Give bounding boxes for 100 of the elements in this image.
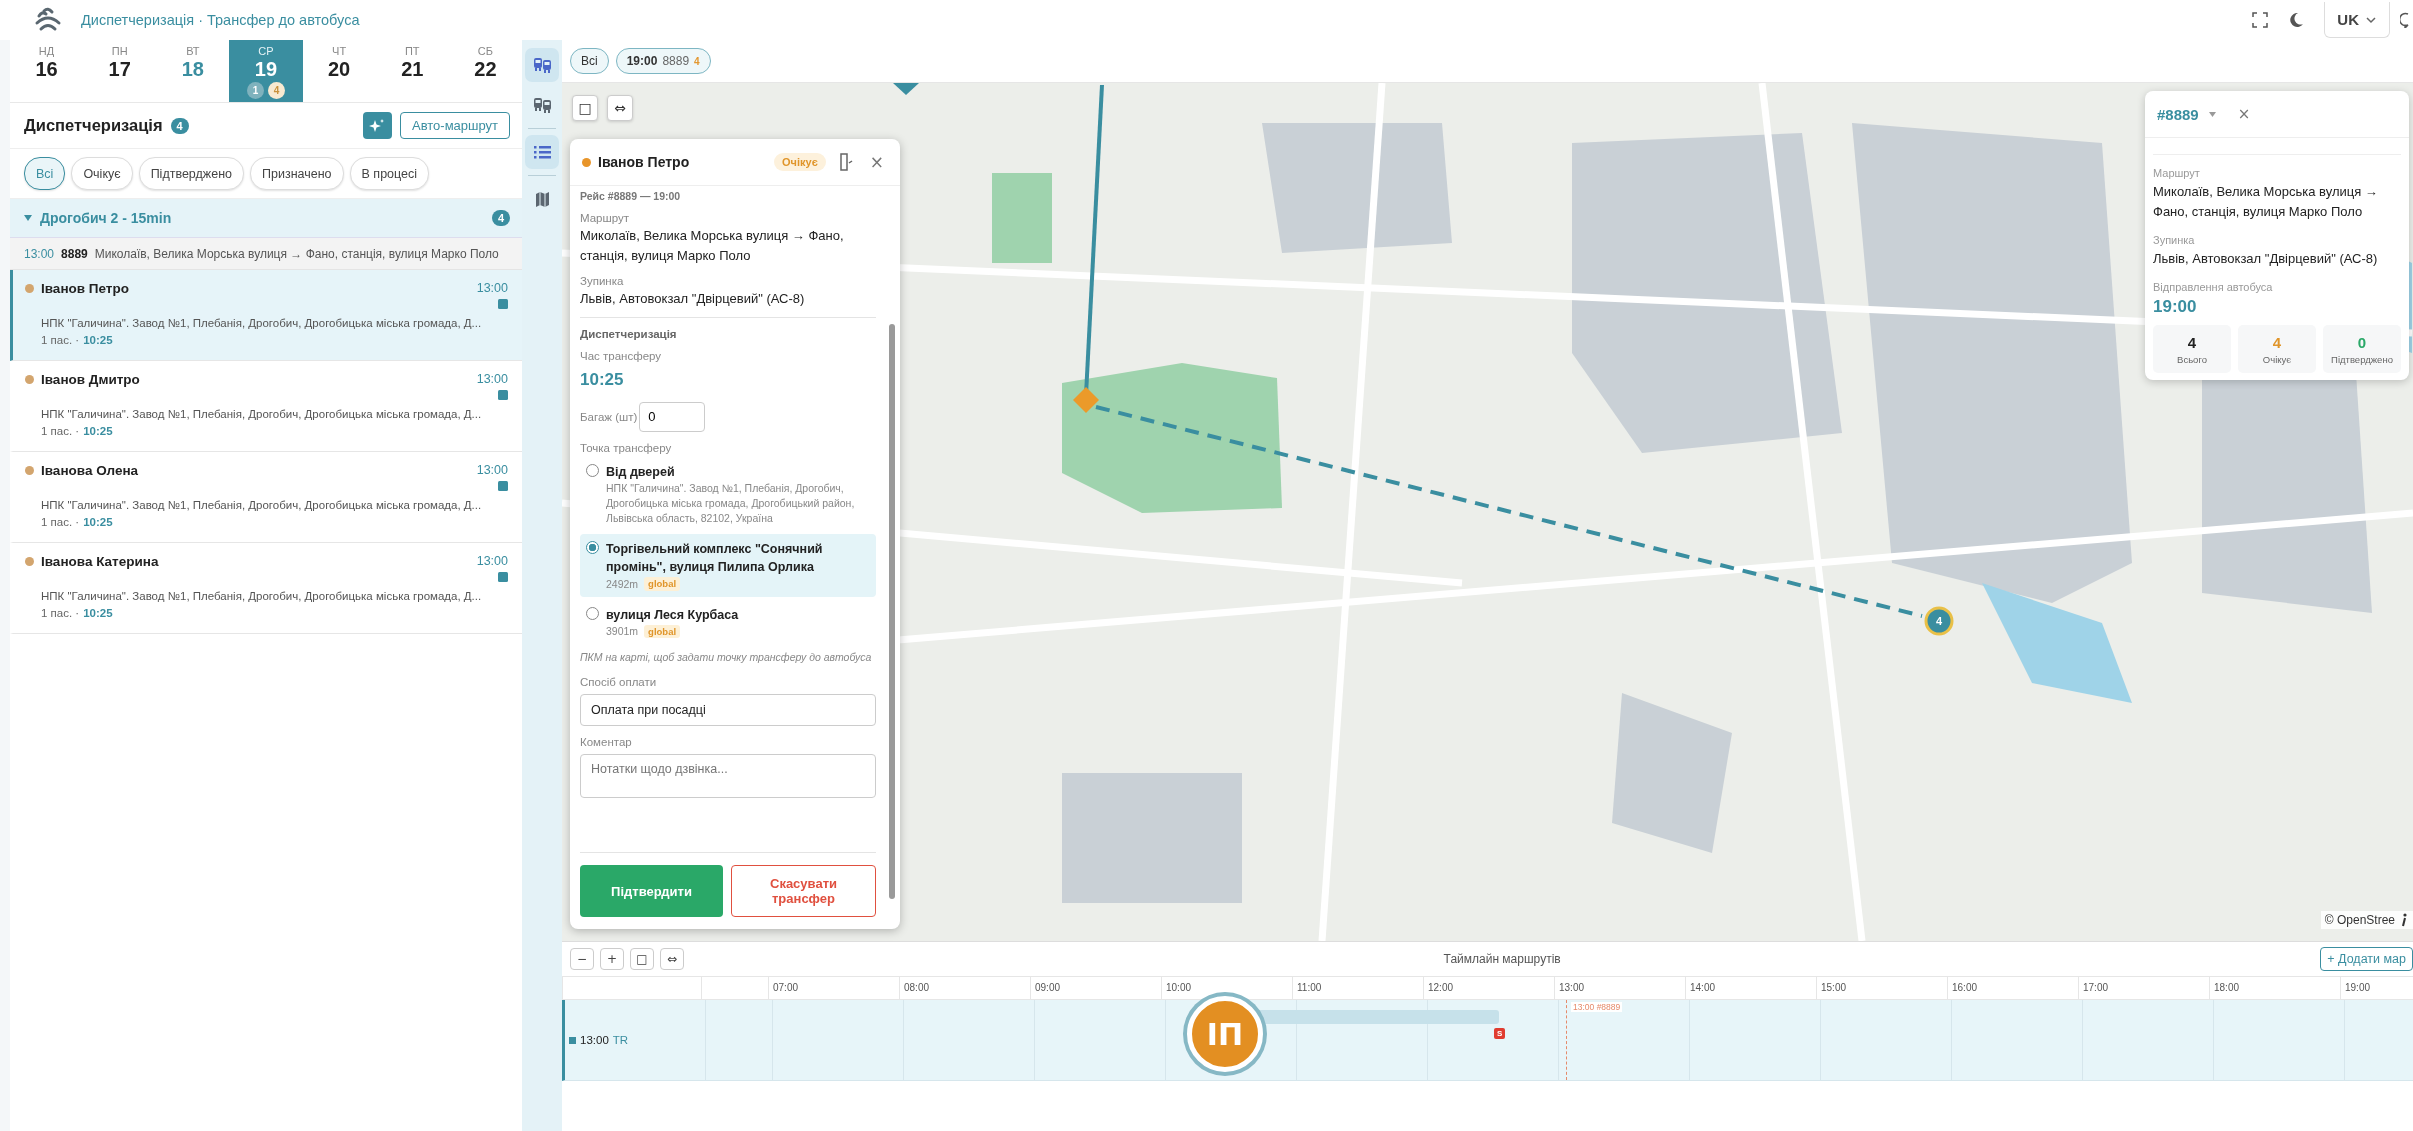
lane-code: TR [612, 1034, 629, 1046]
hour-label: 10:00 [1166, 982, 1192, 993]
group-header[interactable]: Дрогобич 2 - 15min 4 [10, 199, 522, 238]
passenger-name: Іванов Петро [41, 281, 130, 296]
passenger-count: 1 пас. · [41, 334, 80, 346]
option-title: вулиця Леся Курбаса [606, 606, 740, 624]
stat-value: 0 [2357, 333, 2367, 351]
radio-option[interactable]: Від дверей НПК "Галичина". Завод №1, Плебанія, Дрогобич, Дрогобицька міська громада, Дрогобицький район, Львівська область, 82102, Україна [580, 456, 876, 532]
language-dropdown[interactable]: UK [2324, 2, 2390, 38]
status-square-icon [498, 390, 508, 400]
pickup-marker-icon[interactable] [1073, 387, 1099, 413]
filter-chip[interactable]: В процесі [349, 157, 430, 190]
fullscreen-icon[interactable] [2252, 12, 2269, 28]
tag-badge: global [644, 624, 681, 639]
map-pin-icon[interactable] [893, 83, 919, 95]
radio-option[interactable]: вулиця Леся Курбаса 3901m global [580, 599, 876, 645]
page-title: Диспетчеризація · Трансфер до автобуса [81, 12, 360, 28]
map-control-button[interactable]: □ [572, 95, 598, 121]
hour-label: 19:00 [2345, 982, 2371, 993]
timeline-control-button[interactable]: ⇔ [660, 948, 684, 970]
field-label: Час трансферу [580, 349, 663, 362]
option-detail: НПК "Галичина". Завод №1, Плебанія, Дрогобич, Дрогобицька міська громада, Дрогобицький район, Львівська область, 82102, Україна [606, 480, 856, 527]
status-dot-icon [25, 284, 34, 293]
stop-marker: S [1494, 1028, 1506, 1039]
hour-label: 12:00 [1428, 982, 1454, 993]
count-badge: 4 [491, 210, 510, 226]
bus-icon [532, 55, 552, 75]
field-label: Маршрут [2153, 167, 2201, 179]
trip-chip[interactable]: 19:00 8889 4 [615, 48, 711, 74]
passenger-address: НПК "Галичина". Завод №1, Плебанія, Дрогобич, Дрогобицька міська громада, Д... [41, 499, 483, 511]
timeline-control-button[interactable]: □ [630, 948, 654, 970]
hour-label: 16:00 [1952, 982, 1978, 993]
sidebar-button[interactable] [525, 135, 559, 169]
trip-time: 13:00 [24, 246, 55, 261]
trip-number: #8889 [2157, 105, 2199, 123]
field-label: Маршрут [580, 212, 630, 224]
hour-label: 17:00 [2083, 982, 2109, 993]
timeline-title: Таймлайн маршрутів [1442, 952, 1562, 966]
passenger-count: 1 пас. · [41, 425, 80, 437]
map-attribution: © OpenStree [2324, 913, 2395, 927]
trip-info: Рейс #8889 — 19:00 [580, 190, 682, 202]
passenger-name: Іванова Олена [41, 463, 140, 478]
option-title: Торгівельний комплекс "Сонячний промінь", вулиця Пилипа Орлика [606, 541, 824, 577]
filter-chip[interactable]: Всі [24, 157, 66, 190]
status-square-icon [498, 299, 508, 309]
assist-button[interactable] [362, 112, 392, 139]
map-hint: ПКМ на карті, щоб задати точку трансферу до автобуса [580, 650, 873, 666]
transfer-time: 10:25 [580, 369, 625, 390]
pickup-time: 13:00 [476, 463, 508, 477]
add-route-button[interactable]: + Додати мар [2320, 947, 2413, 971]
count-badge: 4 [170, 117, 189, 134]
cluster-marker[interactable]: 4 [1924, 606, 1954, 636]
passenger-address: НПК "Галичина". Завод №1, Плебанія, Дрогобич, Дрогобицька міська громада, Д... [41, 590, 483, 602]
cancel-transfer-button[interactable]: Скасувати трансфер [731, 865, 876, 917]
status-dot-icon [25, 375, 34, 384]
moon-icon[interactable] [2288, 12, 2305, 28]
close-button[interactable]: × [865, 152, 888, 172]
field-value: Миколаїв, Велика Морська вулиця → Фано, станція, вулиця Марко Поло [2153, 183, 2379, 222]
day-tab[interactable]: СР 19 1 4 [229, 40, 303, 102]
hour-label: 07:00 [773, 982, 799, 993]
map-control-button[interactable]: ⇔ [607, 95, 633, 121]
status-dot-icon [582, 157, 591, 167]
radio-option[interactable]: Торгівельний комплекс "Сонячний промінь", вулиця Пилипа Орлика 2492m global [580, 534, 876, 597]
comment-field[interactable]: Нотатки щодо дзвінка... [580, 753, 876, 798]
section-title: Диспетчеризація [24, 116, 163, 135]
filter-chip[interactable]: Очікує [71, 157, 133, 190]
info-icon[interactable] [2399, 913, 2409, 927]
timeline-control-button[interactable]: − [570, 948, 594, 970]
door-icon [838, 153, 853, 171]
now-label: 13:00 #8889 [1571, 1002, 1623, 1012]
sparkle-icon [369, 117, 386, 134]
passenger-address: НПК "Галичина". Завод №1, Плебанія, Дрогобич, Дрогобицька міська громада, Д... [41, 317, 483, 329]
option-detail: 2492m [606, 576, 639, 592]
caret-icon[interactable] [2208, 111, 2216, 117]
filter-chip[interactable]: Підтверджено [138, 157, 244, 190]
close-button[interactable]: × [2233, 105, 2255, 123]
radio-button[interactable] [586, 541, 599, 555]
baggage-input[interactable]: 0 [639, 401, 706, 432]
auto-route-button[interactable]: Авто-маршрут [399, 112, 510, 139]
field-label: Зупинка [580, 275, 625, 287]
lane-color-icon [569, 1036, 576, 1044]
filter-chip[interactable]: Призначено [250, 157, 344, 190]
status-square-icon [498, 572, 508, 582]
field-value: Миколаїв, Велика Морська вулиця → Фано, станція, вулиця Марко Поло [580, 227, 845, 265]
field-label: Зупинка [2153, 234, 2196, 247]
timeline-control-button[interactable]: + [600, 948, 624, 970]
filter-chip[interactable]: Всі [570, 48, 609, 74]
transfer-time: 10:25 [83, 425, 113, 437]
field-label: Спосіб оплати [580, 675, 658, 688]
payment-select[interactable]: Оплата при посадці [580, 693, 876, 726]
sidebar-button[interactable] [525, 48, 559, 82]
count-badge: 4 [268, 82, 285, 99]
hour-label: 13:00 [1559, 982, 1585, 993]
passenger-name: Іванова Катерина [41, 554, 160, 569]
passenger-count: 1 пас. · [41, 607, 80, 619]
status-dot-icon [25, 466, 34, 475]
transfer-time: 10:25 [83, 516, 113, 528]
departure-time: 19:00 [2153, 297, 2198, 318]
passenger-item[interactable]: Іванов Петро 13:00 НПК "Галичина". Завод №1, Плебанія, Дрогобич, Дрогобицька міська громада, Д... 1 пас. · 10:25 [10, 270, 522, 361]
hour-label: 14:00 [1690, 982, 1716, 993]
